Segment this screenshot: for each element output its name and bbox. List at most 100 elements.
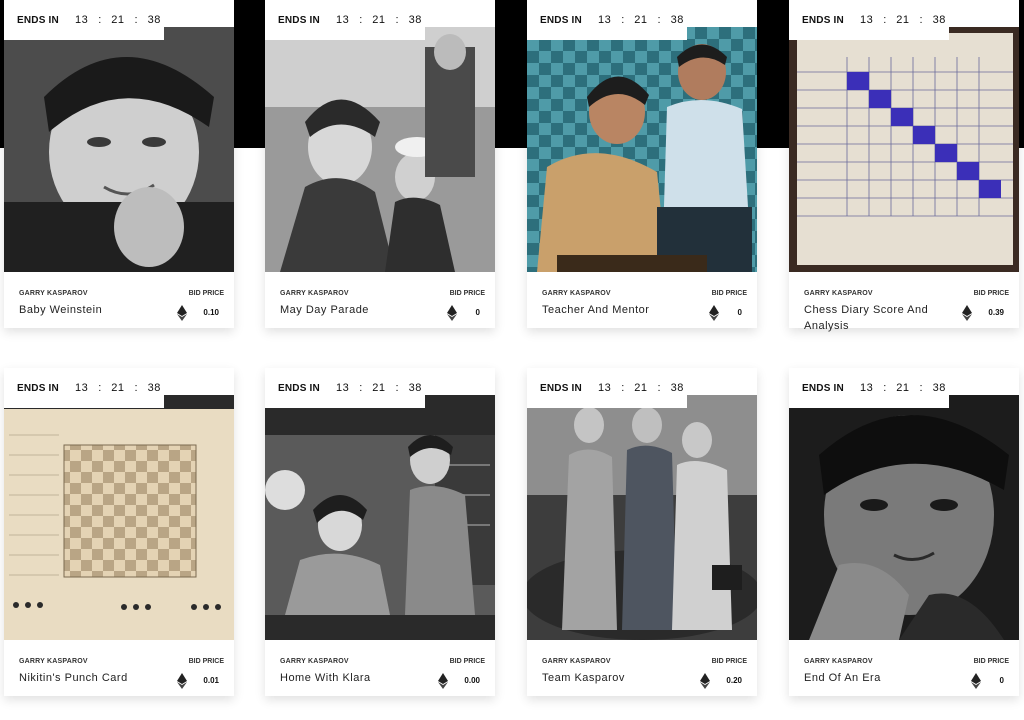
bid-price-label: BID PRICE: [449, 290, 485, 297]
artist-name: GARRY KASPAROV: [280, 290, 349, 297]
countdown-timer: ENDS IN 13: 21: 38: [789, 0, 949, 40]
timer-label: ENDS IN: [802, 382, 844, 394]
timer-hours: 13: [859, 382, 874, 394]
bid-price-label: BID PRICE: [188, 290, 224, 297]
bid-price-value: 0: [999, 676, 1004, 685]
bid-price-label: BID PRICE: [711, 290, 747, 297]
artwork-title[interactable]: Nikitin's Punch Card: [19, 670, 169, 686]
bid-price-value: 0.10: [203, 308, 219, 317]
timer-minutes: 21: [896, 382, 910, 394]
timer-minutes: 21: [372, 382, 386, 394]
timer-seconds: 38: [670, 382, 684, 394]
countdown-timer: ENDS IN 13: 21: 38: [265, 368, 425, 408]
nft-card[interactable]: ENDS IN 13: 21: 38 GARRY KASPAROV Baby W…: [4, 0, 234, 328]
timer-hours: 13: [859, 14, 874, 26]
nft-card[interactable]: ENDS IN 13: 21: 38 GARRY KASPAROV Home W…: [265, 368, 495, 696]
timer-minutes: 21: [634, 382, 648, 394]
bid-price-label: BID PRICE: [711, 658, 747, 665]
artwork-image[interactable]: [789, 27, 1019, 272]
timer-seconds: 38: [932, 14, 946, 26]
artwork-title[interactable]: End Of An Era: [804, 670, 954, 686]
timer-label: ENDS IN: [278, 382, 320, 394]
bid-price-value: 0.01: [203, 676, 219, 685]
card-info: GARRY KASPAROV Team Kasparov BID PRICE 0…: [527, 640, 757, 696]
timer-hours: 13: [335, 382, 350, 394]
card-info: GARRY KASPAROV Home With Klara BID PRICE…: [265, 640, 495, 696]
artwork-title[interactable]: Chess Diary Score And Analysis: [804, 302, 954, 334]
countdown-timer: ENDS IN 13: 21: 38: [527, 0, 687, 40]
eth-icon: [177, 673, 187, 689]
bid-price-label: BID PRICE: [973, 290, 1009, 297]
artwork-image[interactable]: [265, 395, 495, 640]
timer-minutes: 21: [111, 382, 125, 394]
timer-hours: 13: [597, 382, 612, 394]
card-info: GARRY KASPAROV Nikitin's Punch Card BID …: [4, 640, 234, 696]
timer-minutes: 21: [896, 14, 910, 26]
timer-seconds: 38: [147, 14, 161, 26]
eth-icon: [447, 305, 457, 321]
nft-card[interactable]: ENDS IN 13: 21: 38: [789, 0, 1019, 332]
artwork-title[interactable]: Baby Weinstein: [19, 302, 169, 318]
countdown-timer: ENDS IN 13: 21: 38: [527, 368, 687, 408]
countdown-timer: ENDS IN 13: 21: 38: [265, 0, 425, 40]
artist-name: GARRY KASPAROV: [19, 290, 88, 297]
nft-card[interactable]: ENDS IN 13: 21: 38 GARRY KASPAROV May Da…: [265, 0, 495, 328]
timer-hours: 13: [74, 14, 89, 26]
artwork-image[interactable]: [4, 395, 234, 640]
artist-name: GARRY KASPAROV: [804, 658, 873, 665]
nft-card-grid: ENDS IN 13: 21: 38 GARRY KASPAROV Baby W…: [0, 0, 1024, 720]
bid-price-value: 0.39: [988, 308, 1004, 317]
artwork-image[interactable]: [527, 395, 757, 640]
nft-card[interactable]: ENDS IN 13: 21: 38 GARRY KASPAROV End Of…: [789, 368, 1019, 696]
artist-name: GARRY KASPAROV: [19, 658, 88, 665]
timer-label: ENDS IN: [17, 382, 59, 394]
artist-name: GARRY KASPAROV: [542, 658, 611, 665]
countdown-timer: ENDS IN 13: 21: 38: [4, 0, 164, 40]
bid-price-value: 0: [737, 308, 742, 317]
card-info: GARRY KASPAROV Baby Weinstein BID PRICE …: [4, 272, 234, 328]
bid-price-value: 0: [475, 308, 480, 317]
bid-price-label: BID PRICE: [188, 658, 224, 665]
timer-hours: 13: [597, 14, 612, 26]
bid-price-label: BID PRICE: [973, 658, 1009, 665]
timer-seconds: 38: [932, 382, 946, 394]
artwork-image[interactable]: [789, 395, 1019, 640]
artwork-title[interactable]: Team Kasparov: [542, 670, 692, 686]
timer-seconds: 38: [408, 14, 422, 26]
timer-minutes: 21: [372, 14, 386, 26]
card-info: GARRY KASPAROV End Of An Era BID PRICE 0: [789, 640, 1019, 696]
eth-icon: [962, 305, 972, 321]
timer-minutes: 21: [111, 14, 125, 26]
timer-seconds: 38: [670, 14, 684, 26]
eth-icon: [177, 305, 187, 321]
timer-label: ENDS IN: [17, 14, 59, 26]
card-info: GARRY KASPAROV Chess Diary Score And Ana…: [789, 272, 1019, 332]
artist-name: GARRY KASPAROV: [542, 290, 611, 297]
timer-label: ENDS IN: [540, 382, 582, 394]
bid-price-value: 0.00: [464, 676, 480, 685]
eth-icon: [709, 305, 719, 321]
artwork-title[interactable]: Home With Klara: [280, 670, 430, 686]
timer-hours: 13: [335, 14, 350, 26]
nft-card[interactable]: ENDS IN 13: 21: 38: [4, 368, 234, 696]
timer-minutes: 21: [634, 14, 648, 26]
artist-name: GARRY KASPAROV: [280, 658, 349, 665]
timer-label: ENDS IN: [540, 14, 582, 26]
artwork-image[interactable]: [4, 27, 234, 272]
artwork-image[interactable]: [265, 27, 495, 272]
timer-seconds: 38: [408, 382, 422, 394]
artist-name: GARRY KASPAROV: [804, 290, 873, 297]
countdown-timer: ENDS IN 13: 21: 38: [789, 368, 949, 408]
bid-price-label: BID PRICE: [449, 658, 485, 665]
timer-seconds: 38: [147, 382, 161, 394]
timer-hours: 13: [74, 382, 89, 394]
eth-icon: [700, 673, 710, 689]
artwork-title[interactable]: May Day Parade: [280, 302, 430, 318]
artwork-title[interactable]: Teacher And Mentor: [542, 302, 692, 318]
nft-card[interactable]: ENDS IN 13: 21: 38: [527, 0, 757, 328]
nft-card[interactable]: ENDS IN 13: 21: 38 GARRY KASPAROV Team K…: [527, 368, 757, 696]
artwork-image[interactable]: [527, 27, 757, 272]
timer-label: ENDS IN: [802, 14, 844, 26]
eth-icon: [438, 673, 448, 689]
eth-icon: [971, 673, 981, 689]
